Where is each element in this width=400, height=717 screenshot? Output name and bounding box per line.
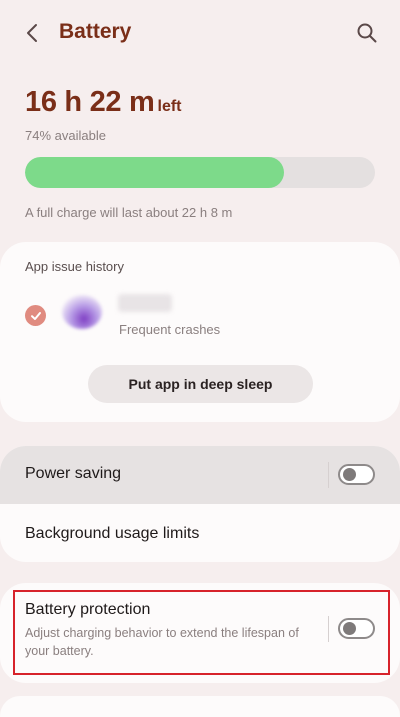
- time-left-suffix: left: [157, 98, 182, 115]
- power-saving-toggle[interactable]: [338, 464, 375, 485]
- power-saving-label: Power saving: [25, 465, 122, 482]
- app-issue-card: App issue history Frequent crashes Put a…: [0, 242, 400, 422]
- check-mark-icon: [30, 311, 41, 320]
- battery-level-fill: [25, 157, 284, 188]
- full-charge-estimate: A full charge will last about 22 h 8 m: [25, 205, 233, 220]
- row-divider: [328, 462, 329, 488]
- page-title: Battery: [59, 20, 132, 43]
- next-card: [0, 696, 400, 717]
- battery-level-bar: [25, 157, 375, 188]
- background-usage-limits-label: Background usage limits: [25, 525, 200, 542]
- checkbox-checked-icon[interactable]: [25, 305, 46, 326]
- search-button[interactable]: [352, 18, 382, 48]
- back-arrow-icon: [27, 24, 37, 42]
- deep-sleep-button[interactable]: Put app in deep sleep: [88, 365, 313, 403]
- background-usage-limits-row[interactable]: Background usage limits: [0, 504, 400, 562]
- battery-percent: 74% available: [25, 128, 106, 143]
- battery-screen: Battery 16 h 22 m left 74% available A fu…: [0, 0, 400, 717]
- back-button[interactable]: [18, 18, 48, 48]
- search-icon: [357, 23, 377, 43]
- highlight-box: [13, 590, 390, 675]
- settings-card: Power saving Background usage limits: [0, 446, 400, 562]
- header: Battery: [0, 0, 400, 66]
- app-issue-status: Frequent crashes: [119, 322, 221, 337]
- time-left: 16 h 22 m left: [25, 86, 182, 119]
- app-issue-heading: App issue history: [25, 259, 124, 274]
- app-icon: [62, 295, 102, 329]
- app-name-redacted: [118, 294, 172, 312]
- power-saving-row[interactable]: Power saving: [0, 446, 400, 504]
- toggle-knob: [343, 468, 356, 481]
- time-left-value: 16 h 22 m: [25, 86, 155, 118]
